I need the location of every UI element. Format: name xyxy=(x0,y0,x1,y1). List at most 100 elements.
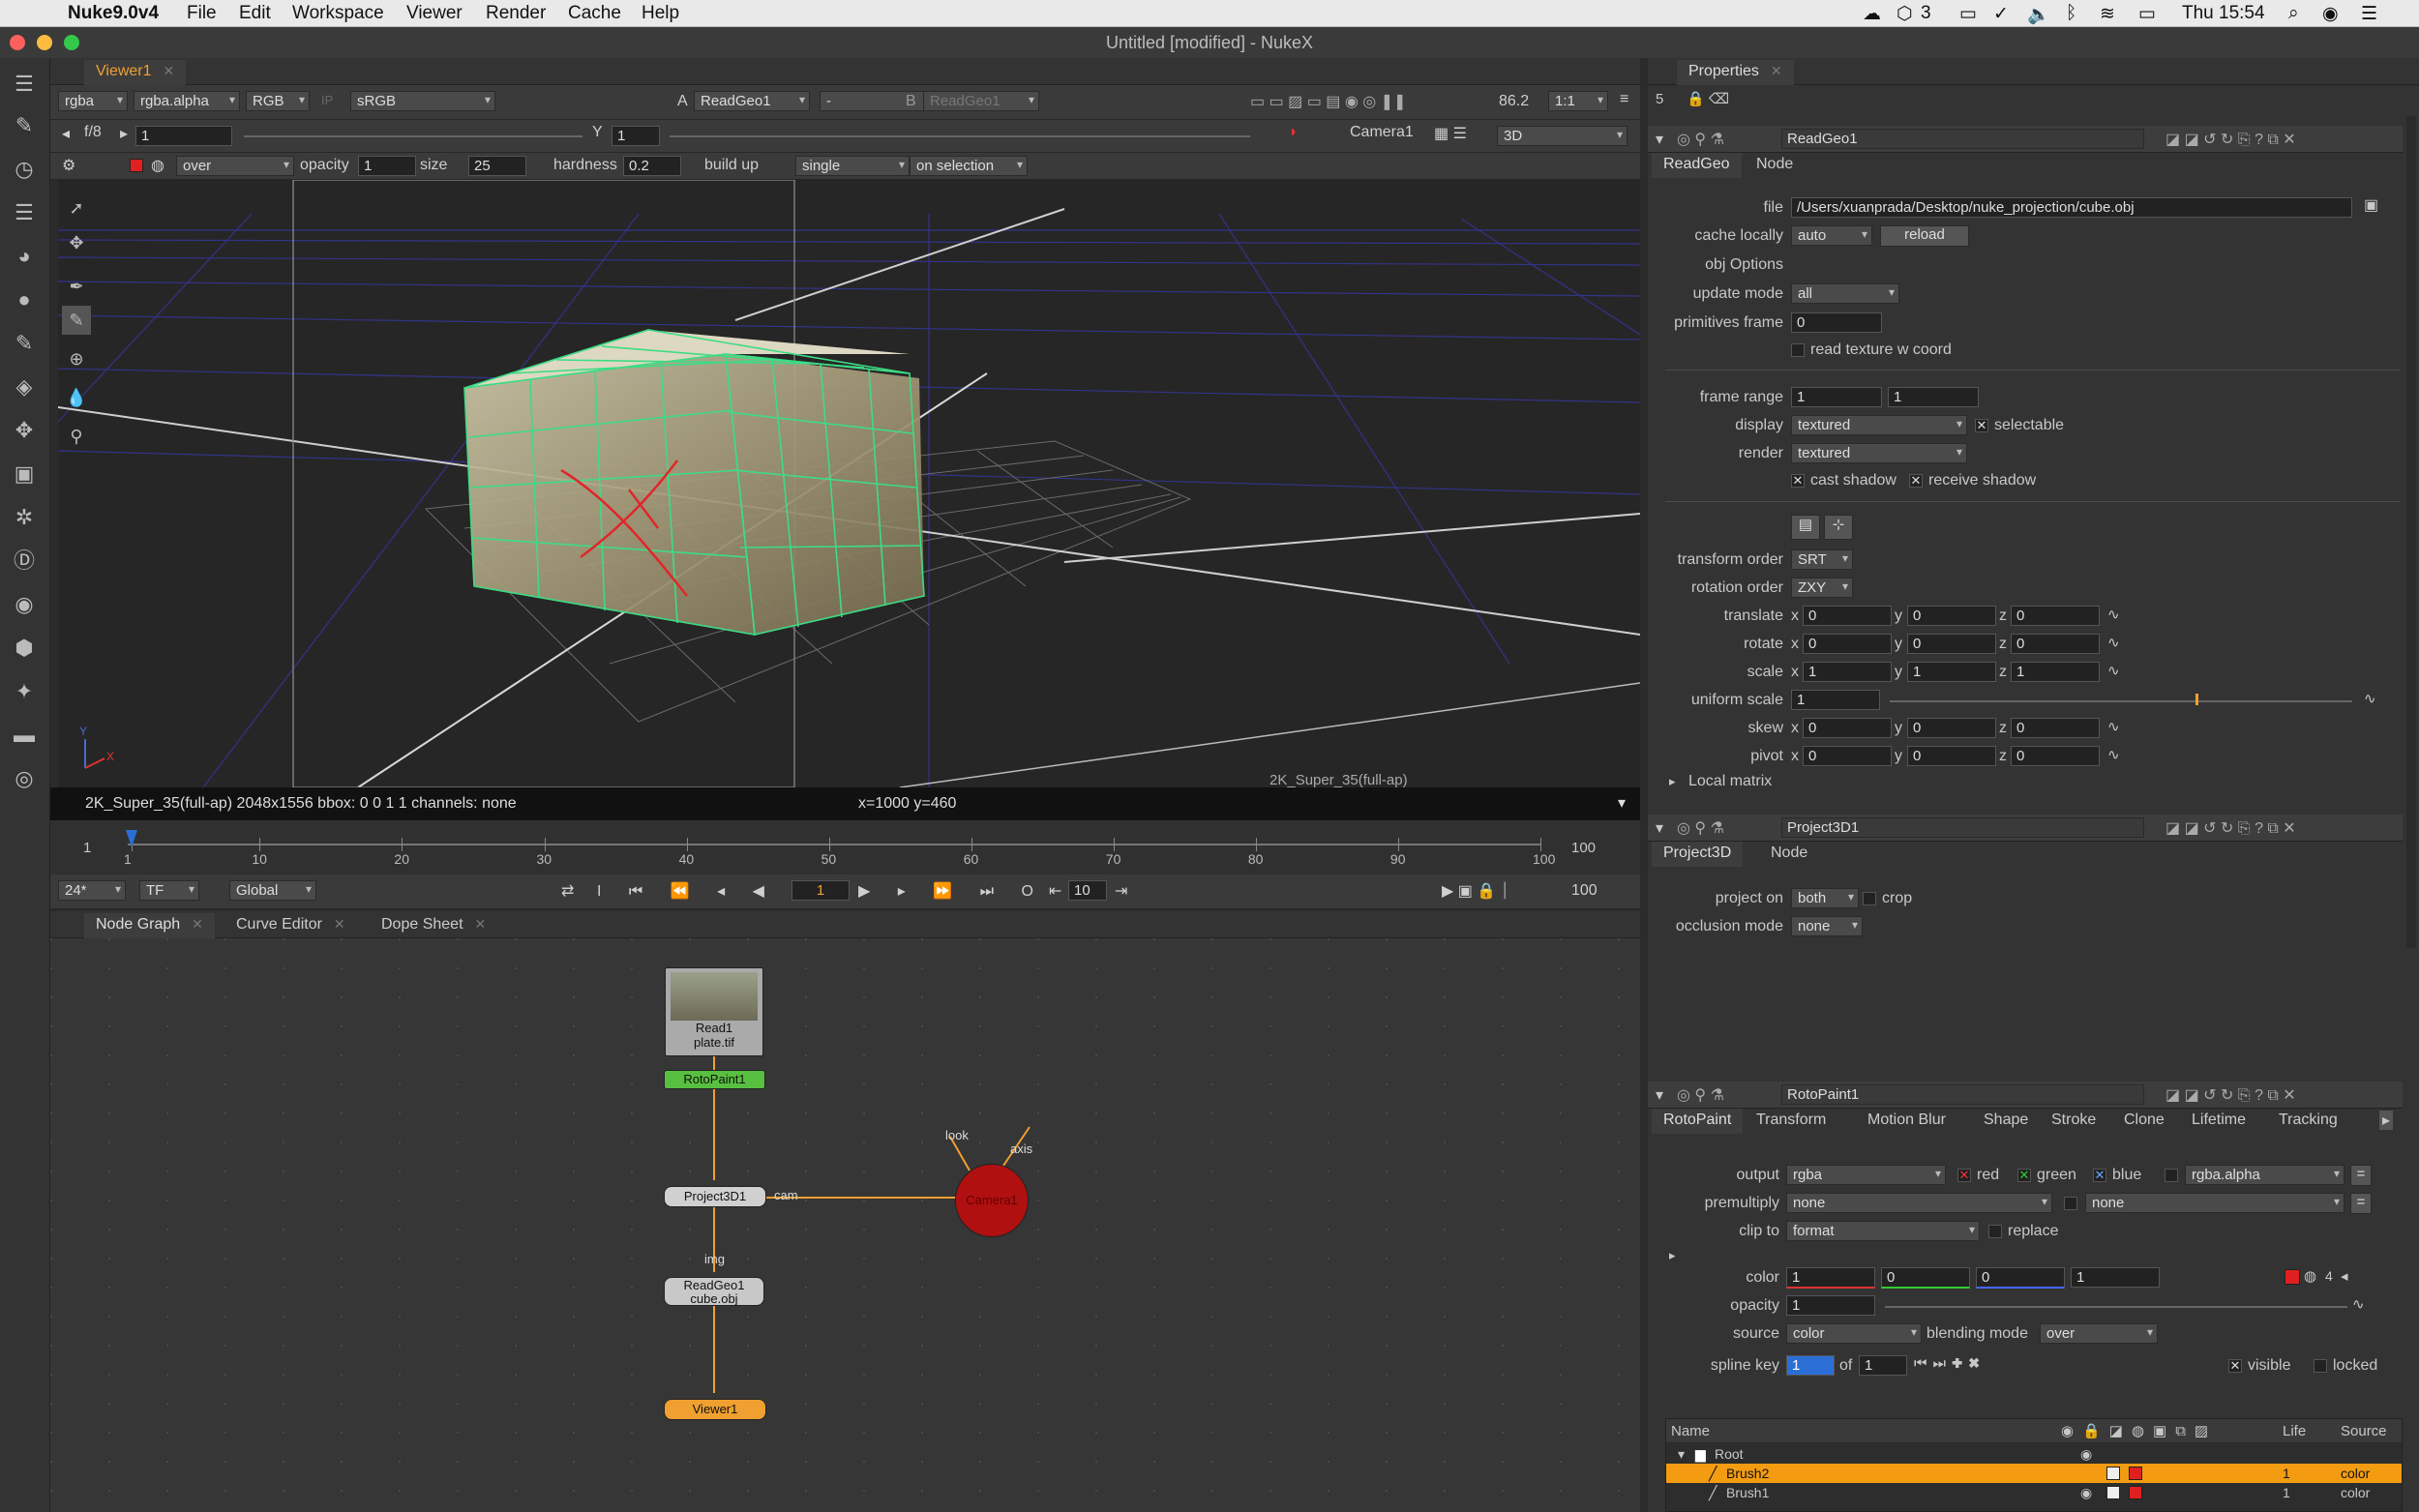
skew-y-field[interactable]: 0 xyxy=(1907,718,1996,738)
tab-readgeo[interactable]: ReadGeo xyxy=(1652,153,1742,178)
alpha-channel-dropdown[interactable]: rgba.alpha xyxy=(134,91,240,111)
close-tab-icon[interactable]: ✕ xyxy=(1771,63,1782,78)
output-dropdown[interactable]: rgba xyxy=(1786,1165,1946,1185)
readgeo-name-field[interactable]: ReadGeo1 xyxy=(1781,129,2144,149)
playback-mode-icon[interactable]: ⇄ xyxy=(561,881,574,901)
color-swatch[interactable] xyxy=(2129,1486,2142,1499)
lock-panels-icon[interactable]: 🔒 ⌫ xyxy=(1687,90,1729,107)
draw-icon[interactable]: ✎ xyxy=(10,329,39,358)
col-icon-headers[interactable]: ◉🔒◪◍▣⧉▨ xyxy=(2061,1422,2217,1439)
zoom-value[interactable]: 86.2 xyxy=(1499,93,1529,110)
occlusion-mode-dropdown[interactable]: none xyxy=(1791,916,1863,936)
user-icon[interactable]: ◉ xyxy=(2322,3,2339,25)
close-tab-icon[interactable]: ✕ xyxy=(164,63,175,78)
viewer-3d-viewport[interactable]: Y X 2K_Super_35(full-ap) xyxy=(58,180,1640,787)
list-item-root[interactable]: ▾ ▆ Root ◉ xyxy=(1666,1444,2402,1464)
gamma-slider[interactable] xyxy=(670,135,1250,137)
transport-back-icons[interactable]: I ⏮ ⏪ ◂ ◀ xyxy=(597,881,776,901)
paint-settings-icon[interactable]: ⚙ xyxy=(62,156,75,175)
tab-shape[interactable]: Shape xyxy=(1972,1109,2040,1134)
channel-icon[interactable]: ☰ xyxy=(10,198,39,227)
rotate-y-field[interactable]: 0 xyxy=(1907,634,1996,654)
stroke-swatch[interactable] xyxy=(2106,1467,2120,1480)
viewer-menu-icon[interactable]: ☰ xyxy=(10,70,39,99)
node-viewer1[interactable]: Viewer1 xyxy=(664,1399,766,1420)
menu-edit[interactable]: Edit xyxy=(239,3,271,24)
tab-curve-editor[interactable]: Curve Editor ✕ xyxy=(224,913,357,938)
uniform-scale-slider[interactable] xyxy=(1890,700,2352,702)
red-channel-checkbox[interactable]: ✕ xyxy=(1957,1169,1971,1182)
channel-equals-button[interactable]: = xyxy=(2350,1165,2372,1186)
collapse-icon[interactable]: ▾ xyxy=(1656,818,1663,838)
menu-workspace[interactable]: Workspace xyxy=(292,3,384,24)
opacity-slider[interactable] xyxy=(1885,1306,2347,1308)
menu-render[interactable]: Render xyxy=(486,3,546,24)
views-icon[interactable]: ◉ xyxy=(10,590,39,619)
color-channel-count[interactable]: 4 xyxy=(2325,1268,2333,1284)
blue-channel-checkbox[interactable]: ✕ xyxy=(2093,1169,2106,1182)
transform-tool-icon[interactable]: ✥ xyxy=(62,228,91,257)
viewer-grid-icon[interactable]: ▦ ☰ xyxy=(1434,124,1467,143)
menu-viewer[interactable]: Viewer xyxy=(406,3,463,24)
viewer-more-icon[interactable]: ≡ xyxy=(1620,91,1628,108)
tab-project3d[interactable]: Project3D xyxy=(1652,842,1744,867)
frame-range-start-field[interactable]: 1 xyxy=(1791,387,1882,407)
frame-range-end-field[interactable]: 1 xyxy=(1888,387,1979,407)
source-dropdown[interactable]: color xyxy=(1786,1323,1922,1344)
color-b-field[interactable]: 0 xyxy=(1976,1267,2065,1289)
view-mode-dropdown[interactable]: 3D xyxy=(1497,126,1628,146)
close-tab-icon[interactable]: ✕ xyxy=(192,916,203,932)
expand-arrow-icon[interactable]: ▸ xyxy=(1669,774,1676,789)
header-right-icons[interactable]: ◪ ◪ ↺ ↻ ⎘ ? ⧉ ✕ xyxy=(2165,130,2296,149)
color-a-field[interactable]: 1 xyxy=(2071,1267,2160,1288)
locked-checkbox[interactable] xyxy=(2314,1359,2327,1373)
visible-checkbox[interactable]: ✕ xyxy=(2228,1359,2242,1373)
on-selection-dropdown[interactable]: on selection xyxy=(910,156,1028,176)
selectable-checkbox[interactable]: ✕ xyxy=(1975,419,1988,432)
alpha-channel-checkbox[interactable] xyxy=(2165,1169,2178,1182)
blend-mode-dropdown[interactable]: over xyxy=(176,156,294,176)
toolsets-icon[interactable]: ✦ xyxy=(10,677,39,706)
wifi-icon[interactable]: ≋ xyxy=(2100,3,2115,25)
ratio-dropdown[interactable]: 1:1 xyxy=(1548,91,1608,111)
local-matrix-label[interactable]: Local matrix xyxy=(1688,773,1772,790)
lut-dropdown[interactable]: sRGB xyxy=(350,91,495,111)
bezier-tool-icon[interactable]: ✒ xyxy=(62,272,91,301)
axis-handle-icon[interactable]: ⊹ xyxy=(1824,515,1853,540)
tab-stroke[interactable]: Stroke xyxy=(2040,1109,2107,1134)
sync-icon[interactable]: ✓ xyxy=(1993,3,2009,25)
list-item-brush1[interactable]: ╱ Brush1 ◉ 1 color xyxy=(1666,1483,2402,1502)
info-expand-icon[interactable]: ▾ xyxy=(1618,793,1626,813)
camera-dropdown[interactable]: Camera1 xyxy=(1350,124,1414,141)
spline-key-field[interactable]: 1 xyxy=(1786,1355,1835,1376)
node-project3d1[interactable]: Project3D1 xyxy=(664,1186,766,1207)
select-tool-icon[interactable]: ➚ xyxy=(62,193,91,222)
tab-tracking[interactable]: Tracking xyxy=(2267,1109,2349,1134)
pivot-z-field[interactable]: 0 xyxy=(2011,746,2100,766)
dodge-tool-icon[interactable]: ⚲ xyxy=(62,422,91,451)
skew-x-field[interactable]: 0 xyxy=(1803,718,1892,738)
color-g-field[interactable]: 0 xyxy=(1881,1267,1970,1289)
animation-curve-icon[interactable]: ∿ xyxy=(2352,1295,2365,1313)
node-read1[interactable]: Read1 plate.tif xyxy=(665,967,763,1056)
color-wheel-icon[interactable]: ◍ xyxy=(151,156,164,175)
file-path-field[interactable]: /Users/xuanprada/Desktop/nuke_projection… xyxy=(1791,197,2352,218)
file-browse-icon[interactable]: ▣ xyxy=(2364,195,2378,215)
particles-icon[interactable]: ✲ xyxy=(10,503,39,532)
clip-to-dropdown[interactable]: format xyxy=(1786,1221,1980,1241)
animation-curve-icon[interactable]: ∿ xyxy=(2107,634,2120,651)
clock[interactable]: Thu 15:54 xyxy=(2182,3,2265,24)
paint-color-swatch[interactable] xyxy=(130,159,143,172)
metadata-icon[interactable]: ⬢ xyxy=(10,634,39,663)
deep-icon[interactable]: Ⓓ xyxy=(10,547,39,576)
update-mode-dropdown[interactable]: all xyxy=(1791,283,1899,304)
paint-brush-icon[interactable]: ✎ xyxy=(10,111,39,140)
furnace-icon[interactable]: ◎ xyxy=(10,764,39,793)
animation-curve-icon[interactable]: ∿ xyxy=(2107,662,2120,679)
camera-lock-icon[interactable]: ◑ xyxy=(1287,124,1297,141)
rotate-x-field[interactable]: 0 xyxy=(1803,634,1892,654)
scale-z-field[interactable]: 1 xyxy=(2011,662,2100,682)
reload-button[interactable]: reload xyxy=(1880,225,1969,247)
end-frame-field[interactable]: 100 xyxy=(1571,882,1598,900)
rotopaint-name-field[interactable]: RotoPaint1 xyxy=(1781,1084,2144,1105)
